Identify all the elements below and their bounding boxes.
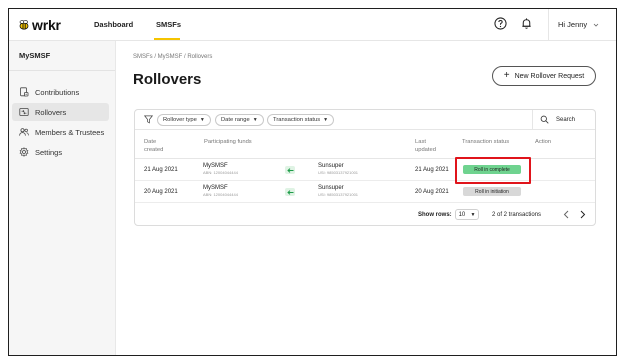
fund-abn: ABN: 12004044444 [203, 192, 238, 197]
rollovers-icon [19, 108, 29, 116]
bee-icon [19, 20, 29, 30]
transfer-arrow-icon [285, 188, 295, 196]
next-page-button[interactable] [578, 208, 588, 220]
new-rollover-request-button[interactable]: + New Rollover Request [492, 66, 596, 86]
help-circle-icon[interactable] [494, 17, 507, 30]
plus-icon: + [503, 70, 510, 81]
column-header-text: Date [144, 139, 157, 145]
chevron-down-icon [593, 23, 599, 27]
rollovers-table-card: Rollover type ▼ Date range ▼ Transaction… [134, 109, 596, 226]
sidebar-item-contributions[interactable]: Contributions [12, 83, 109, 101]
fund-name: Sunsuper [318, 163, 344, 169]
sidebar-title: MySMSF [19, 51, 51, 60]
fund-name: MySMSF [203, 163, 228, 169]
previous-page-button[interactable] [561, 208, 571, 220]
fund-name: MySMSF [203, 185, 228, 191]
page-title: Rollovers [133, 71, 202, 88]
nav-smsfs[interactable]: SMSFs [156, 20, 181, 29]
column-participating-funds: Participating funds [204, 139, 252, 145]
sidebar-item-label: Members & Trustees [35, 127, 105, 137]
sidebar-item-members-trustees[interactable]: Members & Trustees [12, 123, 109, 141]
sidebar-divider [9, 70, 115, 71]
from-fund-cell: MySMSF ABN: 12004044444 [203, 185, 238, 197]
table-row[interactable]: 21 Aug 2021 MySMSF ABN: 12004044444 Suns… [135, 159, 595, 181]
brand-name: wrkr [32, 17, 61, 33]
gear-icon [19, 147, 29, 157]
app-window: wrkr Dashboard SMSFs Hi Jenny MySMSF Con… [8, 8, 617, 356]
search-divider [532, 110, 533, 130]
main-content: SMSFs / MySMSF / Rollovers Rollovers + N… [117, 41, 616, 355]
chevron-left-icon [563, 210, 569, 218]
column-header-text: created [144, 147, 164, 153]
user-menu[interactable]: Hi Jenny [558, 20, 599, 29]
search-label[interactable]: Search [556, 117, 575, 123]
top-navigation-bar: wrkr Dashboard SMSFs Hi Jenny [9, 9, 616, 41]
date-created-cell: 21 Aug 2021 [144, 167, 178, 173]
new-rollover-request-label: New Rollover Request [514, 72, 585, 80]
active-nav-indicator [154, 38, 180, 40]
nav-dashboard[interactable]: Dashboard [94, 20, 133, 29]
chevron-right-icon [580, 210, 586, 218]
user-menu-divider [548, 9, 549, 41]
fund-abn: ABN: 12004044444 [203, 170, 238, 175]
filter-date-range[interactable]: Date range ▼ [215, 114, 264, 126]
search-icon[interactable] [540, 115, 549, 124]
sidebar-item-label: Contributions [35, 87, 80, 97]
filter-rollover-type[interactable]: Rollover type ▼ [157, 114, 211, 126]
caret-down-icon: ▼ [252, 117, 258, 123]
caret-down-icon: ▼ [323, 117, 329, 123]
breadcrumb[interactable]: SMSFs / MySMSF / Rollovers [133, 54, 212, 60]
pagination-text: 2 of 2 transactions [492, 212, 542, 218]
column-last-updated[interactable]: Last updated [415, 138, 436, 154]
sidebar-item-label: Settings [35, 147, 63, 157]
column-action: Action [535, 139, 552, 145]
rows-per-page-select[interactable]: 10 ▼ [455, 209, 479, 220]
filter-bar: Rollover type ▼ Date range ▼ Transaction… [135, 110, 595, 130]
sidebar: MySMSF Contributions Rollovers Members &… [9, 41, 116, 355]
filter-chip-label: Transaction status [273, 117, 321, 123]
table-row[interactable]: 20 Aug 2021 MySMSF ABN: 12004044444 Suns… [135, 181, 595, 203]
filter-chip-label: Date range [221, 117, 250, 123]
status-badge: Roll in complete [463, 165, 521, 174]
from-fund-cell: MySMSF ABN: 12004044444 [203, 163, 238, 175]
filter-chip-label: Rollover type [163, 117, 197, 123]
show-rows-label: Show rows: [418, 212, 452, 218]
to-fund-cell: Sunsuper USI: 98503137921001 [318, 185, 358, 197]
bell-icon[interactable] [520, 17, 533, 30]
sidebar-item-settings[interactable]: Settings [12, 143, 109, 161]
column-date-created[interactable]: Date created [144, 138, 163, 154]
last-updated-cell: 21 Aug 2021 [415, 167, 449, 173]
caret-down-icon: ▼ [470, 211, 476, 218]
members-icon [19, 128, 29, 136]
status-badge: Roll in initiation [463, 187, 521, 196]
transfer-arrow-icon [285, 166, 295, 174]
to-fund-cell: Sunsuper USI: 98503137921001 [318, 163, 358, 175]
caret-down-icon: ▼ [199, 117, 205, 123]
column-header-text: Last [415, 139, 426, 145]
column-header-text: updated [415, 147, 436, 153]
rows-per-page-value: 10 [458, 211, 466, 218]
wrkr-logo[interactable]: wrkr [18, 17, 61, 33]
table-header: Date created Participating funds Last up… [135, 130, 595, 159]
column-transaction-status: Transaction status [462, 139, 510, 145]
date-created-cell: 20 Aug 2021 [144, 189, 178, 195]
fund-usi: USI: 98503137921001 [318, 170, 359, 175]
fund-name: Sunsuper [318, 185, 344, 191]
table-footer: Show rows: 10 ▼ 2 of 2 transactions [135, 203, 595, 226]
filter-transaction-status[interactable]: Transaction status ▼ [267, 114, 335, 126]
filter-icon[interactable] [144, 115, 153, 124]
last-updated-cell: 20 Aug 2021 [415, 189, 449, 195]
sidebar-item-label: Rollovers [35, 107, 67, 117]
user-greeting: Hi Jenny [558, 20, 588, 29]
contributions-icon [20, 87, 29, 97]
sidebar-item-rollovers[interactable]: Rollovers [12, 103, 109, 121]
fund-usi: USI: 98503137921001 [318, 192, 359, 197]
